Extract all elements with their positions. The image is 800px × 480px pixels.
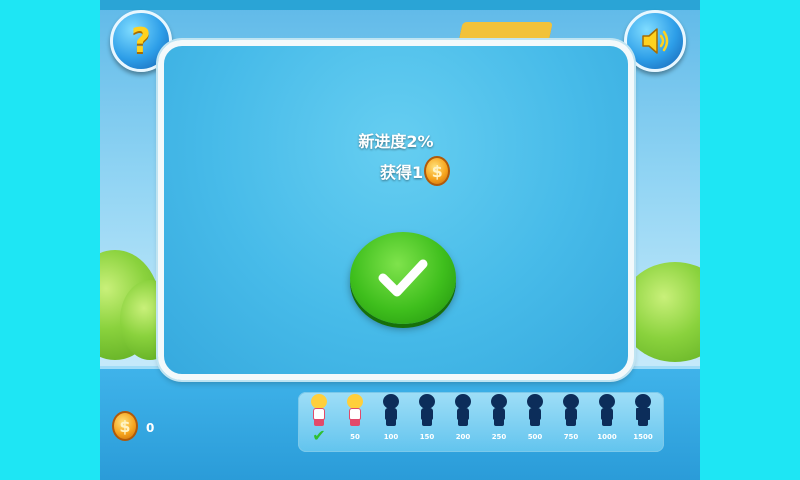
progress-text: 新进度2% (358, 132, 434, 151)
locked-character-icon (415, 394, 439, 426)
character-slot[interactable]: 250 (482, 392, 516, 452)
locked-character-icon (451, 394, 475, 426)
character-cost: 750 (563, 433, 579, 441)
locked-character-icon (595, 394, 619, 426)
character-cost: 150 (419, 433, 435, 441)
game-screen: ? $ 0 ✔ 50 100 150 200 250 500 750 1000 … (100, 0, 700, 480)
character-girl-icon (307, 394, 331, 426)
check-icon (378, 259, 428, 297)
character-slot[interactable]: 50 (338, 392, 372, 452)
confirm-button[interactable] (350, 232, 456, 324)
character-slot[interactable]: ✔ (302, 392, 336, 452)
character-cost: 50 (350, 433, 360, 441)
selected-check-icon: ✔ (312, 426, 326, 445)
character-cost: 1500 (633, 433, 653, 441)
character-slot[interactable]: 1000 (590, 392, 624, 452)
character-cost: 500 (527, 433, 543, 441)
question-icon: ? (131, 21, 151, 61)
character-cost: 250 (491, 433, 507, 441)
reward-text: 获得1 (380, 163, 424, 182)
character-cost: 100 (383, 433, 399, 441)
top-strip (100, 0, 700, 10)
locked-character-icon (631, 394, 655, 426)
character-slot[interactable]: 500 (518, 392, 552, 452)
speaker-icon (642, 28, 669, 54)
progress-dialog: 新进度2% 获得1 $ (158, 40, 634, 380)
locked-character-icon (379, 394, 403, 426)
character-selector: ✔ 50 100 150 200 250 500 750 1000 1500 (298, 392, 664, 452)
character-slot[interactable]: 750 (554, 392, 588, 452)
locked-character-icon (559, 394, 583, 426)
coin-count: 0 (146, 421, 155, 435)
character-slot[interactable]: 150 (410, 392, 444, 452)
character-slot[interactable]: 1500 (626, 392, 660, 452)
character-cost: 200 (455, 433, 471, 441)
character-slot[interactable]: 200 (446, 392, 480, 452)
coin-icon: $ (424, 156, 451, 186)
locked-character-icon (523, 394, 547, 426)
coin-icon: $ (112, 411, 138, 441)
reward-row: 获得1 $ (380, 156, 451, 186)
bottom-bar: $ 0 ✔ 50 100 150 200 250 500 750 1000 15… (100, 366, 700, 480)
character-boy-icon (343, 394, 367, 426)
locked-character-icon (487, 394, 511, 426)
character-slot[interactable]: 100 (374, 392, 408, 452)
character-cost: 1000 (597, 433, 617, 441)
